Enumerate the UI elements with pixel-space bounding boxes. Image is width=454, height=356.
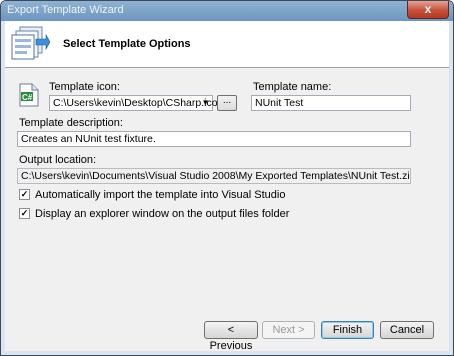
next-button[interactable]: Next > [262,321,315,339]
cancel-button[interactable]: Cancel [380,321,434,339]
dialog-client: Select Template Options C# Template icon… [5,21,449,352]
explorer-window-label[interactable]: Display an explorer window on the output… [35,208,289,220]
template-name-label: Template name: [253,81,332,93]
finish-button[interactable]: Finish [321,321,374,339]
wizard-window: Export Template Wizard x Select Template… [0,0,454,356]
wizard-header: Select Template Options [5,21,449,68]
chevron-down-icon[interactable]: ▼ [199,96,212,110]
explorer-window-checkbox[interactable]: ✓ [19,208,30,219]
output-location-field[interactable]: C:\Users\kevin\Documents\Visual Studio 2… [17,168,411,184]
template-icon-value: C:\Users\kevin\Desktop\CSharp.ico [53,97,218,109]
template-description-field[interactable]: Creates an NUnit test fixture. [17,131,411,147]
auto-import-checkbox[interactable]: ✓ [19,189,30,200]
export-template-wizard-icon [11,26,50,60]
title-bar[interactable]: Export Template Wizard x [1,1,453,21]
csharp-file-icon: C# [19,83,39,107]
close-button[interactable]: x [407,1,449,19]
template-icon-label: Template icon: [49,81,120,93]
template-icon-combo[interactable]: C:\Users\kevin\Desktop\CSharp.ico ▼ [49,95,218,111]
csharp-icon-text: C# [22,93,33,102]
page-title: Select Template Options [63,38,191,50]
output-location-label: Output location: [19,154,97,166]
template-name-field[interactable]: NUnit Test [251,95,411,111]
previous-button[interactable]: < Previous [204,321,258,352]
window-title: Export Template Wizard [7,4,124,16]
template-description-label: Template description: [19,117,123,129]
auto-import-label[interactable]: Automatically import the template into V… [35,189,285,201]
browse-icon-button[interactable]: ... [217,95,237,111]
